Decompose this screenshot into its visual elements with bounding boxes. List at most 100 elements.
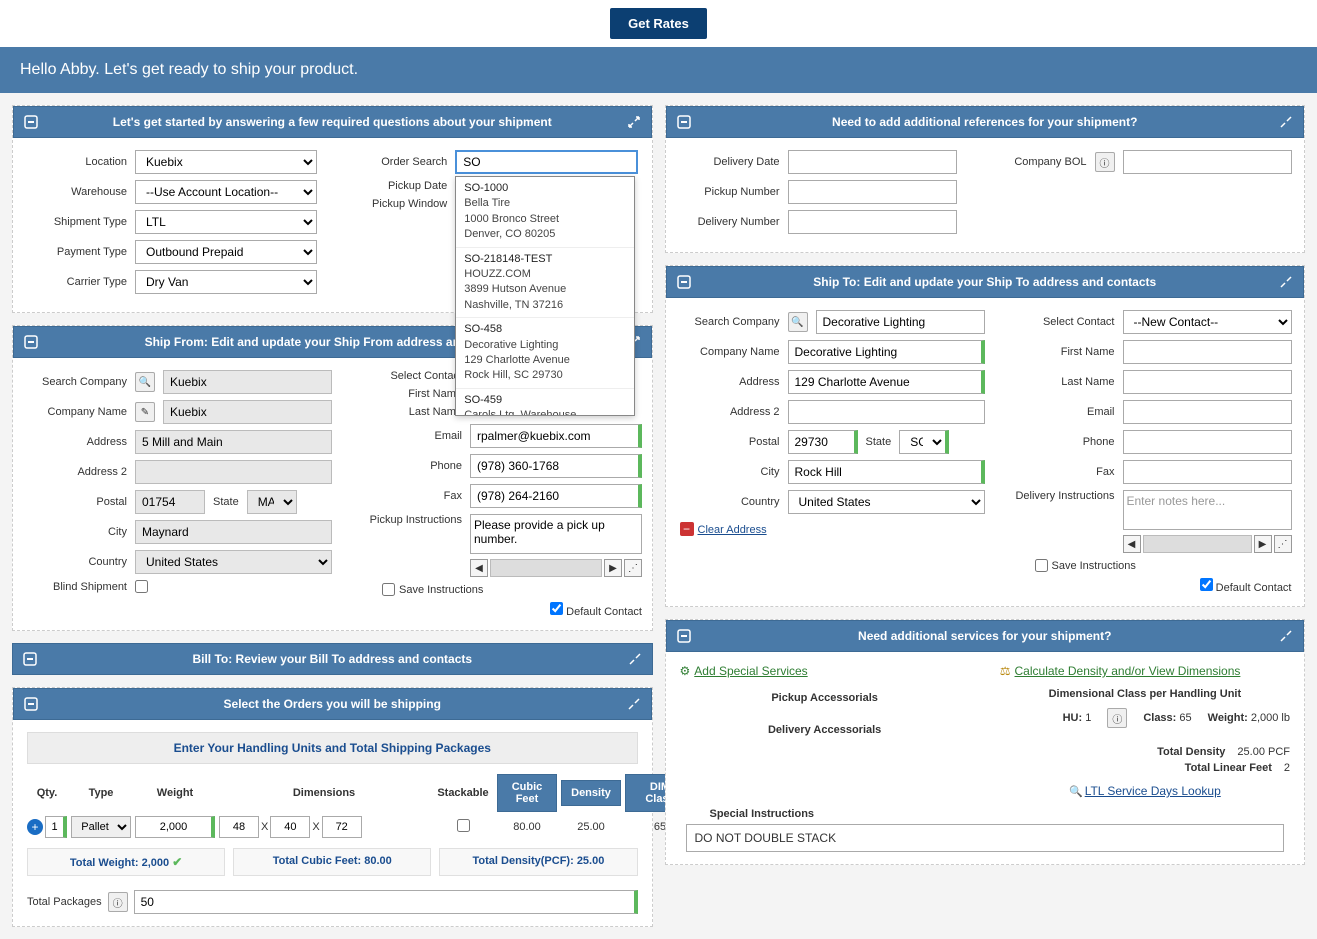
address2-input[interactable] (135, 460, 332, 484)
dropdown-item[interactable]: SO-1000Bella Tire1000 Bronco StreetDenve… (456, 177, 634, 248)
calc-density-link[interactable]: Calculate Density and/or View Dimensions (1015, 664, 1241, 678)
address2-input[interactable] (788, 400, 985, 424)
state-label: State (213, 496, 239, 508)
fax-label: Fax (362, 490, 462, 502)
default-contact-checkbox[interactable] (1200, 578, 1213, 591)
company-name-input[interactable] (163, 400, 332, 424)
city-input[interactable] (135, 520, 332, 544)
total-density-value: 25.00 PCF (1237, 746, 1290, 758)
address-input[interactable] (788, 370, 985, 394)
type-select[interactable]: Pallet (71, 816, 131, 838)
weight-input[interactable] (135, 816, 215, 838)
collapse-icon[interactable] (24, 115, 38, 129)
fax-input[interactable] (1123, 460, 1292, 484)
state-select[interactable]: MA (247, 490, 297, 514)
location-select[interactable]: Kuebix (135, 150, 317, 174)
carrier-type-select[interactable]: Dry Van (135, 270, 317, 294)
delivery-date-input[interactable] (788, 150, 957, 174)
blind-shipment-checkbox[interactable] (135, 580, 148, 593)
search-company-input[interactable] (816, 310, 985, 334)
expand-icon[interactable] (1279, 115, 1293, 129)
collapse-icon[interactable] (23, 652, 37, 666)
search-company-input[interactable] (163, 370, 332, 394)
scroll-right-icon[interactable]: ▶ (604, 559, 622, 577)
expand-icon[interactable] (627, 697, 641, 711)
warehouse-label: Warehouse (27, 186, 127, 198)
country-select[interactable]: United States (788, 490, 985, 514)
default-contact-checkbox[interactable] (550, 602, 563, 615)
first-name-input[interactable] (1123, 340, 1292, 364)
email-input[interactable] (470, 424, 642, 448)
fax-input[interactable] (470, 484, 642, 508)
edit-company-icon[interactable]: ✎ (135, 402, 155, 422)
shipment-type-select[interactable]: LTL (135, 210, 317, 234)
packages-info-icon[interactable]: ⓘ (108, 892, 128, 912)
scroll-right-icon[interactable]: ▶ (1254, 535, 1272, 553)
warehouse-select[interactable]: --Use Account Location-- (135, 180, 317, 204)
dim-l-input[interactable] (219, 816, 259, 838)
phone-input[interactable] (1123, 430, 1292, 454)
stackable-header: Stackable (433, 787, 493, 799)
bol-info-icon[interactable]: ⓘ (1095, 152, 1115, 172)
dropdown-item[interactable]: SO-459Carols Ltg. Warehouse1721 Treble D… (456, 389, 634, 416)
postal-input[interactable] (135, 490, 205, 514)
first-name-label: First Name (362, 388, 462, 400)
qty-input[interactable] (45, 816, 67, 838)
expand-icon[interactable] (1279, 629, 1293, 643)
company-name-input[interactable] (788, 340, 985, 364)
clear-icon[interactable]: − (680, 522, 694, 536)
pickup-number-label: Pickup Number (680, 186, 780, 198)
resize-handle-icon[interactable]: ⋰ (1274, 535, 1292, 553)
last-name-input[interactable] (1123, 370, 1292, 394)
delivery-number-input[interactable] (788, 210, 957, 234)
country-select[interactable]: United States (135, 550, 332, 574)
get-rates-button[interactable]: Get Rates (610, 8, 707, 39)
collapse-icon[interactable] (24, 335, 38, 349)
total-packages-input[interactable] (134, 890, 638, 914)
order-search-input[interactable] (455, 150, 637, 174)
collapse-icon[interactable] (24, 697, 38, 711)
stackable-checkbox[interactable] (457, 819, 470, 832)
ltl-lookup-link[interactable]: LTL Service Days Lookup (1085, 784, 1221, 798)
collapse-icon[interactable] (677, 115, 691, 129)
city-input[interactable] (788, 460, 985, 484)
scroll-left-icon[interactable]: ◀ (1123, 535, 1141, 553)
phone-input[interactable] (470, 454, 642, 478)
density-button[interactable]: Density (561, 780, 621, 806)
search-company-icon[interactable]: 🔍 (135, 372, 155, 392)
scroll-left-icon[interactable]: ◀ (470, 559, 488, 577)
expand-icon[interactable] (627, 115, 641, 129)
scroll-track[interactable] (1143, 535, 1252, 553)
pickup-number-input[interactable] (788, 180, 957, 204)
save-instructions-checkbox[interactable] (382, 583, 395, 596)
pickup-instructions-textarea[interactable]: Please provide a pick up number. (470, 514, 642, 554)
company-bol-input[interactable] (1123, 150, 1292, 174)
add-row-icon[interactable]: + (27, 819, 43, 835)
expand-icon[interactable] (628, 652, 642, 666)
dim-h-input[interactable] (322, 816, 362, 838)
collapse-icon[interactable] (677, 629, 691, 643)
payment-type-select[interactable]: Outbound Prepaid (135, 240, 317, 264)
fax-label: Fax (1015, 466, 1115, 478)
clear-address-link[interactable]: Clear Address (698, 524, 767, 536)
search-company-icon[interactable]: 🔍 (788, 312, 808, 332)
email-input[interactable] (1123, 400, 1292, 424)
resize-handle-icon[interactable]: ⋰ (624, 559, 642, 577)
dim-w-input[interactable] (270, 816, 310, 838)
hu-info-icon[interactable]: ⓘ (1107, 708, 1127, 728)
delivery-instructions-textarea[interactable] (1123, 490, 1292, 530)
order-search-dropdown[interactable]: SO-1000Bella Tire1000 Bronco StreetDenve… (455, 176, 635, 416)
dropdown-item[interactable]: SO-458Decorative Lighting129 Charlotte A… (456, 318, 634, 389)
add-special-services-link[interactable]: Add Special Services (694, 664, 807, 678)
cubic-feet-button[interactable]: Cubic Feet (497, 774, 557, 812)
collapse-icon[interactable] (677, 275, 691, 289)
address-input[interactable] (135, 430, 332, 454)
postal-input[interactable] (788, 430, 858, 454)
expand-icon[interactable] (1279, 275, 1293, 289)
dropdown-item[interactable]: SO-218148-TESTHOUZZ.COM3899 Hutson Avenu… (456, 248, 634, 319)
scroll-track[interactable] (490, 559, 602, 577)
special-instructions-box[interactable]: DO NOT DOUBLE STACK (686, 824, 1285, 852)
save-instructions-checkbox[interactable] (1035, 559, 1048, 572)
state-select[interactable]: SC (899, 430, 949, 454)
select-contact-select[interactable]: --New Contact-- (1123, 310, 1292, 334)
